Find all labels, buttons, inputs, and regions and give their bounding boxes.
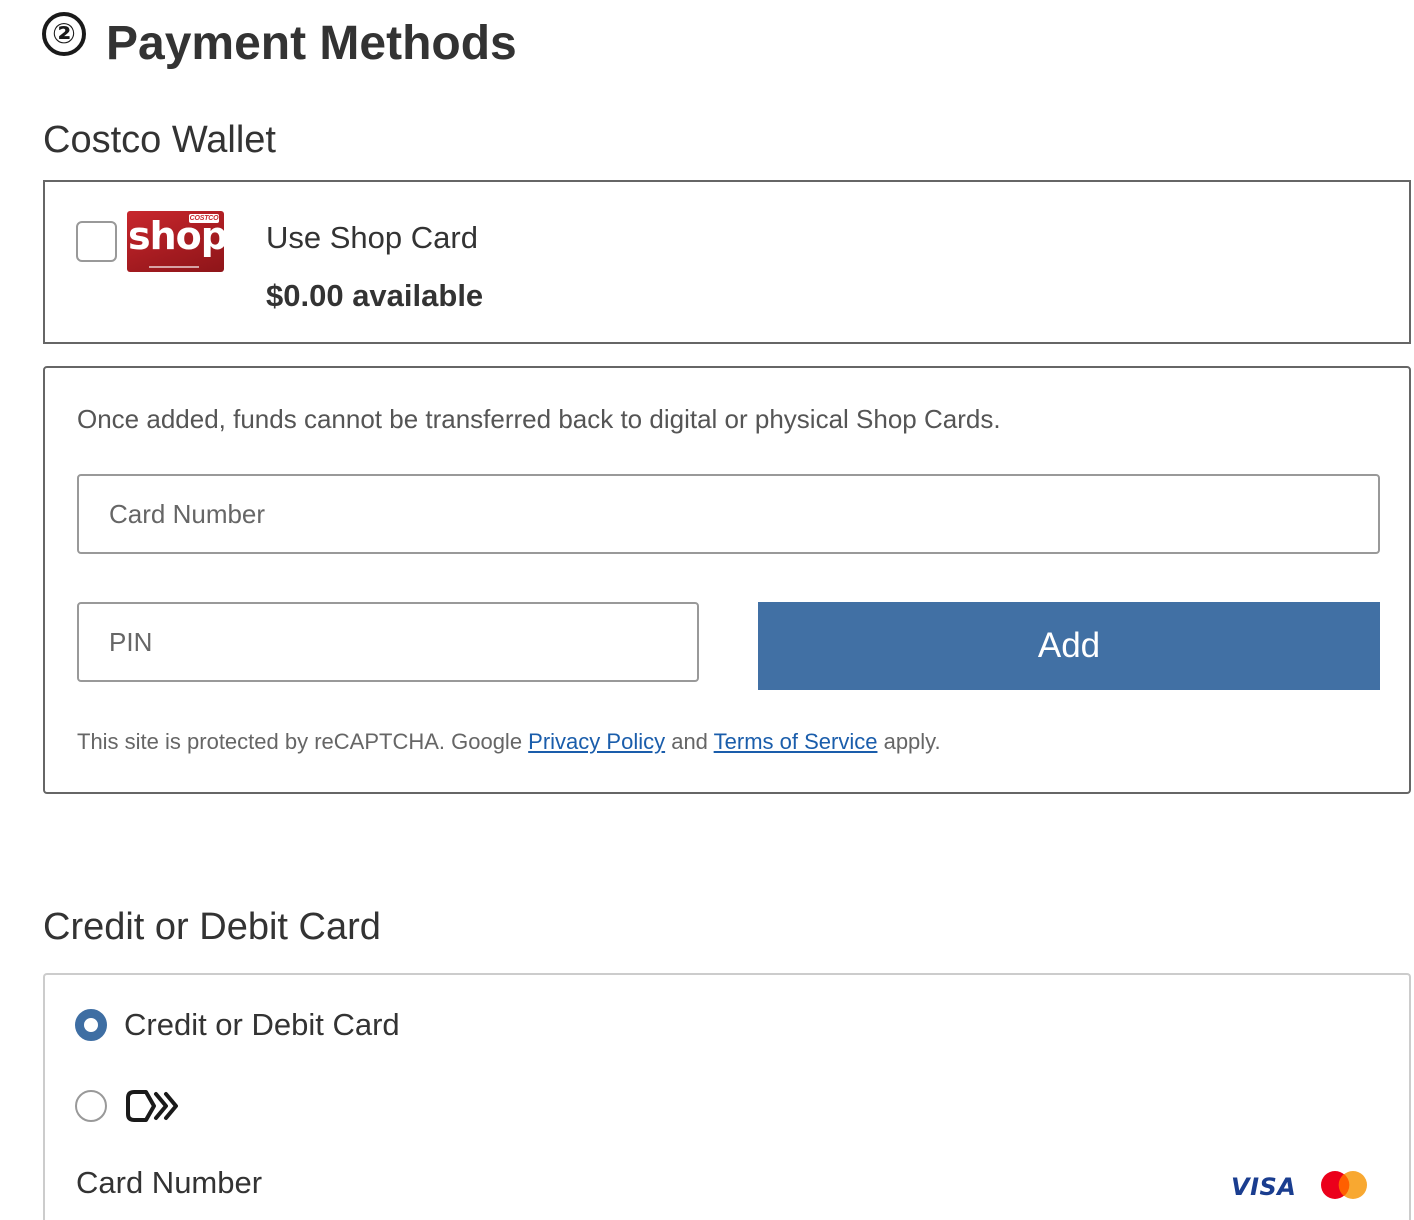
credit-debit-option[interactable]: Credit or Debit Card <box>75 1007 400 1043</box>
step-header: ② <box>42 12 86 56</box>
step-number-icon: ② <box>42 12 86 56</box>
mastercard-icon <box>1321 1171 1367 1199</box>
privacy-policy-link[interactable]: Privacy Policy <box>528 729 665 754</box>
credit-debit-radio[interactable] <box>75 1009 107 1041</box>
shop-card-logo: COSTCO shop <box>127 211 224 272</box>
shop-card-balance: $0.00 available <box>266 278 484 313</box>
shop-card-pin-input[interactable] <box>77 602 699 682</box>
visa-icon: VISA <box>1231 1173 1297 1201</box>
card-number-label: Card Number <box>76 1165 263 1200</box>
page-title: Payment Methods <box>106 17 517 70</box>
add-shop-card-button[interactable]: Add <box>758 602 1380 690</box>
wallet-section-title: Costco Wallet <box>43 119 276 161</box>
link-pay-option[interactable] <box>75 1088 184 1124</box>
shop-card-number-input[interactable] <box>77 474 1380 554</box>
link-pay-icon <box>126 1090 178 1122</box>
recaptcha-notice: This site is protected by reCAPTCHA. Goo… <box>77 729 941 754</box>
use-shop-card-checkbox[interactable] <box>76 221 117 262</box>
transfer-notice: Once added, funds cannot be transferred … <box>77 404 1001 434</box>
credit-debit-label: Credit or Debit Card <box>124 1007 400 1042</box>
credit-card-panel: Credit or Debit Card Card Number VISA <box>43 973 1411 1220</box>
link-pay-radio[interactable] <box>75 1090 107 1122</box>
credit-section-title: Credit or Debit Card <box>43 906 381 948</box>
shop-card-option: COSTCO shop Use Shop Card $0.00 availabl… <box>43 180 1411 344</box>
add-shop-card-panel: Once added, funds cannot be transferred … <box>43 366 1411 794</box>
terms-of-service-link[interactable]: Terms of Service <box>714 729 878 754</box>
use-shop-card-label: Use Shop Card <box>266 220 478 255</box>
